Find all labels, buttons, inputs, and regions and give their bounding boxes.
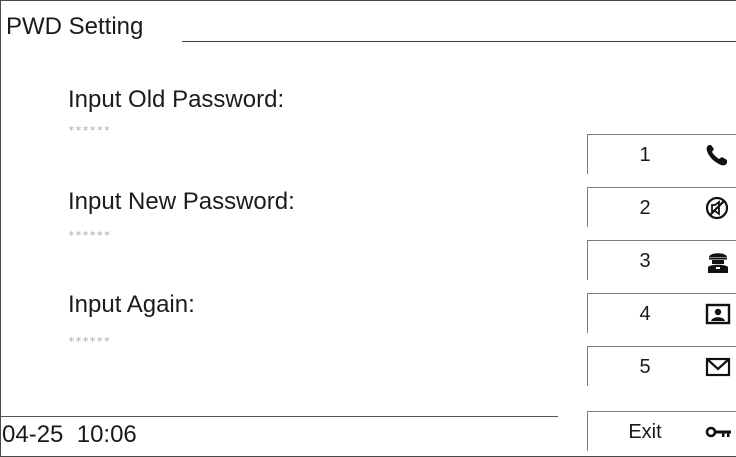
- again-password-label: Input Again:: [68, 291, 195, 318]
- side-button-label: 1: [639, 144, 651, 166]
- old-password-field[interactable]: ******: [68, 124, 111, 137]
- side-button-5[interactable]: 5: [587, 346, 736, 386]
- exit-button[interactable]: Exit: [587, 411, 736, 451]
- side-button-label: 5: [639, 356, 651, 378]
- guard-icon: [705, 249, 731, 273]
- status-datetime: 04-25 10:06: [2, 421, 137, 448]
- side-button-1[interactable]: 1: [587, 134, 736, 174]
- photo-icon: [705, 302, 731, 326]
- again-password-field[interactable]: ******: [68, 335, 111, 348]
- old-password-label: Input Old Password:: [68, 86, 285, 113]
- new-password-field[interactable]: ******: [68, 229, 111, 242]
- envelope-icon: [705, 355, 731, 379]
- side-button-label: 2: [639, 197, 651, 219]
- side-button-3[interactable]: 3: [587, 240, 736, 280]
- title-underline: [182, 41, 736, 42]
- exit-button-label: Exit: [628, 421, 662, 443]
- side-button-label: 4: [639, 303, 651, 325]
- page-title: PWD Setting: [6, 12, 144, 42]
- side-button-2[interactable]: 2: [587, 187, 736, 227]
- phone-icon: [705, 143, 731, 167]
- side-button-label: 3: [639, 250, 651, 272]
- key-icon: [705, 420, 731, 444]
- title-bar: PWD Setting: [6, 12, 736, 46]
- new-password-label: Input New Password:: [68, 188, 295, 215]
- side-button-4[interactable]: 4: [587, 293, 736, 333]
- mute-icon: [705, 196, 731, 220]
- status-divider: [0, 416, 558, 417]
